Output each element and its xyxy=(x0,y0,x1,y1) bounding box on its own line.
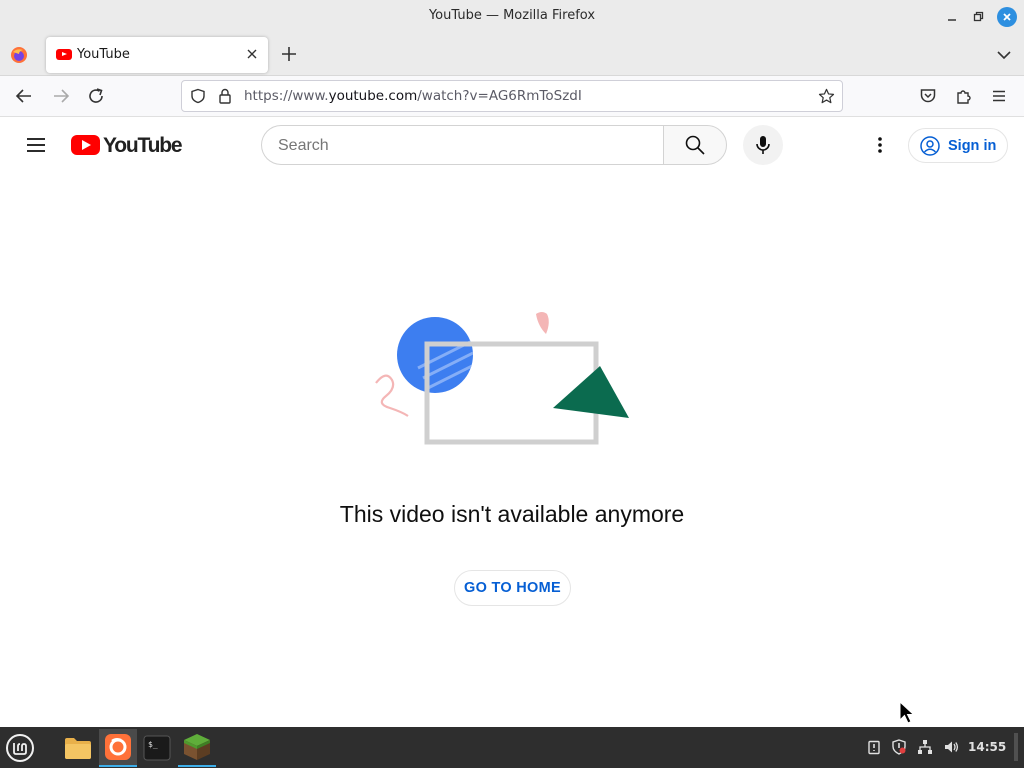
tab-strip: YouTube xyxy=(0,34,1024,76)
url-path: /watch?v=AG6RmToSzdI xyxy=(417,88,582,104)
youtube-play-icon xyxy=(71,135,100,155)
pocket-icon[interactable] xyxy=(919,87,937,105)
maximize-icon[interactable] xyxy=(968,7,988,27)
url-domain: youtube.com xyxy=(328,88,418,104)
close-icon[interactable] xyxy=(997,7,1017,27)
extensions-icon[interactable] xyxy=(955,87,973,105)
pink-squiggle-shape xyxy=(375,374,409,417)
more-vert-icon xyxy=(878,137,882,153)
lock-icon[interactable] xyxy=(218,88,232,104)
taskbar: $_ 14:55 xyxy=(0,727,1024,768)
firefox-icon[interactable] xyxy=(10,46,28,64)
shield-icon[interactable] xyxy=(190,88,206,104)
taskbar-firefox[interactable] xyxy=(99,729,137,767)
new-tab-icon[interactable] xyxy=(280,45,298,63)
search-icon xyxy=(685,135,705,155)
clipboard-icon[interactable] xyxy=(866,739,882,755)
youtube-header: YouTube Sign in xyxy=(0,117,1024,173)
terminal-icon: $_ xyxy=(143,735,171,761)
go-to-home-button[interactable]: GO TO HOME xyxy=(454,570,571,606)
youtube-favicon-icon xyxy=(56,49,72,60)
url-scheme: https://www. xyxy=(244,88,329,104)
account-icon xyxy=(920,135,940,156)
back-arrow-icon[interactable] xyxy=(15,87,33,105)
sign-in-button[interactable]: Sign in xyxy=(908,128,1008,163)
update-shield-icon[interactable] xyxy=(891,739,907,755)
reload-icon[interactable] xyxy=(87,87,105,105)
firefox-icon xyxy=(105,734,131,760)
taskbar-minecraft[interactable] xyxy=(178,729,216,767)
volume-icon[interactable] xyxy=(943,739,959,755)
star-icon[interactable] xyxy=(818,88,835,105)
unavailable-video-illustration xyxy=(375,312,629,445)
minimize-icon[interactable] xyxy=(942,7,962,27)
clock[interactable]: 14:55 xyxy=(968,740,1006,754)
search-box[interactable] xyxy=(261,125,664,165)
tab-close-icon[interactable] xyxy=(244,46,260,62)
pink-petal-shape xyxy=(536,312,549,334)
minecraft-grass-block-icon xyxy=(184,734,210,760)
taskbar-terminal[interactable]: $_ xyxy=(138,729,176,767)
svg-text:$_: $_ xyxy=(148,740,158,749)
mint-menu-icon[interactable] xyxy=(4,732,36,764)
blue-circle-shape xyxy=(397,317,473,393)
chevron-down-icon[interactable] xyxy=(996,47,1012,63)
url-text[interactable]: https://www.youtube.com/watch?v=AG6RmToS… xyxy=(244,88,582,104)
error-message: This video isn't available anymore xyxy=(339,501,685,527)
sign-in-label: Sign in xyxy=(948,137,997,154)
more-options-button[interactable] xyxy=(868,133,892,157)
youtube-logo-text: YouTube xyxy=(103,134,183,157)
taskbar-files[interactable] xyxy=(59,729,97,767)
navigation-toolbar: https://www.youtube.com/watch?v=AG6RmToS… xyxy=(0,76,1024,117)
search-input[interactable] xyxy=(278,135,648,157)
tab-title: YouTube xyxy=(77,47,130,62)
url-bar[interactable]: https://www.youtube.com/watch?v=AG6RmToS… xyxy=(181,80,843,112)
menu-icon[interactable] xyxy=(25,134,47,156)
green-triangle-shape xyxy=(553,366,629,418)
voice-search-button[interactable] xyxy=(743,125,783,165)
mic-icon xyxy=(756,136,770,154)
window-titlebar: YouTube — Mozilla Firefox xyxy=(0,0,1024,34)
youtube-logo[interactable]: YouTube xyxy=(71,134,183,158)
forward-arrow-icon[interactable] xyxy=(52,87,70,105)
show-desktop-button[interactable] xyxy=(1014,733,1018,761)
hamburger-icon[interactable] xyxy=(990,87,1008,105)
tab-youtube[interactable]: YouTube xyxy=(46,37,268,73)
mouse-cursor-icon xyxy=(899,701,915,724)
network-icon[interactable] xyxy=(917,739,933,755)
window-title: YouTube — Mozilla Firefox xyxy=(428,8,596,23)
search-button[interactable] xyxy=(663,125,727,165)
folder-icon xyxy=(65,738,91,759)
